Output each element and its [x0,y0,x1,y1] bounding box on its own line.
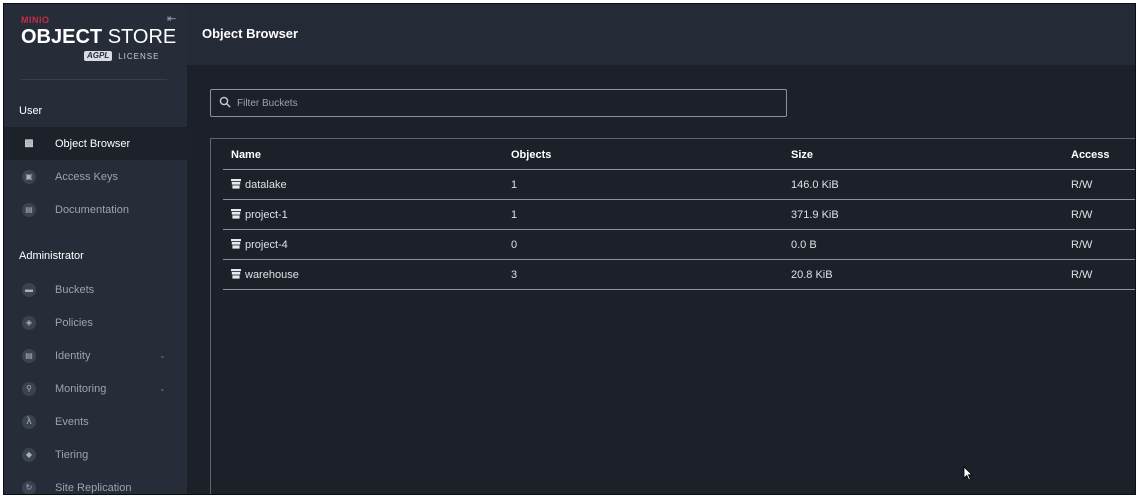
sidebar-item-label: Events [55,415,89,428]
brand-divider [21,79,167,80]
sidebar-item-events[interactable]: λ Events [4,405,187,438]
column-header-objects[interactable]: Objects [511,149,551,161]
sidebar-item-label: Tiering [55,448,89,461]
sidebar-item-label: Access Keys [55,170,118,183]
brand-product: OBJECT STORE [21,26,176,48]
lambda-icon: λ [22,414,36,429]
size-cell: 20.8 KiB [791,269,833,281]
column-header-size[interactable]: Size [791,149,813,161]
layers-icon: ◆ [22,447,36,462]
access-cell: R/W [1071,239,1093,251]
table-header: Name Objects Size Access [223,139,1135,170]
sidebar-item-label: Buckets [55,283,95,296]
bucket-icon [231,269,241,279]
sidebar-item-site-replication[interactable]: ↻ Site Replication [4,471,187,494]
magnifier-icon: ⚲ [22,381,36,396]
brand-vendor: MINIO [21,15,50,25]
sidebar-item-buckets[interactable]: ▬ Buckets [4,273,187,306]
agpl-badge: AGPL [84,51,113,61]
table-row[interactable]: warehouse 3 20.8 KiB R/W [223,260,1135,290]
brand-logo: MINIO OBJECT STORE AGPL LICENSE [21,15,176,65]
sidebar-item-documentation[interactable]: ▤ Documentation [4,193,187,226]
brand-product-bold: OBJECT [21,26,103,48]
license-mark: AGPL LICENSE [84,51,159,61]
app-window: MINIO OBJECT STORE AGPL LICENSE ⇤ User ▩… [3,3,1136,495]
sidebar-item-object-browser[interactable]: ▩ Object Browser [4,127,187,160]
objects-cell: 1 [511,179,518,191]
access-cell: R/W [1071,269,1093,281]
section-label-administrator: Administrator [19,250,84,262]
sync-icon: ↻ [22,480,36,494]
sidebar-item-identity[interactable]: ▤ Identity ⌄ [4,339,187,372]
sidebar: MINIO OBJECT STORE AGPL LICENSE ⇤ User ▩… [4,4,187,494]
document-icon: ▤ [22,202,36,217]
size-cell: 371.9 KiB [791,209,839,221]
page-title: Object Browser [202,26,299,41]
bucket-name: project-4 [245,239,288,251]
bucket-name-cell[interactable]: project-1 [231,209,288,221]
sidebar-item-tiering[interactable]: ◆ Tiering [4,438,187,471]
section-label-user: User [19,105,43,117]
access-cell: R/W [1071,209,1093,221]
bucket-icon [231,209,241,219]
chevron-down-icon[interactable]: ⌄ [159,351,166,360]
column-header-name[interactable]: Name [231,149,261,161]
bucket-name-cell[interactable]: datalake [231,179,287,191]
objects-cell: 0 [511,239,518,251]
sidebar-item-label: Site Replication [55,481,132,494]
sidebar-item-label: Identity [55,349,91,362]
license-label: LICENSE [118,51,160,61]
page-header: Object Browser [187,4,1135,65]
buckets-table: Name Objects Size Access datalake 1 146.… [210,138,1135,494]
key-card-icon: ▣ [22,169,36,184]
size-cell: 0.0 B [791,239,817,251]
bucket-name: warehouse [245,269,299,281]
mouse-cursor-icon [963,466,973,481]
collapse-sidebar-icon[interactable]: ⇤ [167,12,176,25]
table-row[interactable]: project-1 1 371.9 KiB R/W [223,200,1135,230]
sidebar-item-policies[interactable]: ◈ Policies [4,306,187,339]
bucket-name: datalake [245,179,287,191]
filter-buckets-input[interactable] [237,94,777,112]
access-cell: R/W [1071,179,1093,191]
column-header-access[interactable]: Access [1071,149,1110,161]
sidebar-item-label: Object Browser [55,137,131,150]
table-row[interactable]: datalake 1 146.0 KiB R/W [223,170,1135,200]
objects-cell: 3 [511,269,518,281]
bucket-grid-icon: ▩ [24,137,34,149]
search-icon [219,96,231,108]
bucket-name-cell[interactable]: project-4 [231,239,288,251]
sidebar-item-access-keys[interactable]: ▣ Access Keys [4,160,187,193]
sidebar-item-label: Monitoring [55,382,107,395]
bucket-icon [231,239,241,249]
size-cell: 146.0 KiB [791,179,839,191]
shield-icon: ◈ [22,315,36,330]
id-card-icon: ▤ [22,348,36,363]
chevron-down-icon[interactable]: ⌄ [159,384,166,393]
bucket-icon [231,179,241,189]
objects-cell: 1 [511,209,518,221]
filter-buckets-box[interactable] [210,89,787,117]
brand-product-light: STORE [107,26,177,48]
table-row[interactable]: project-4 0 0.0 B R/W [223,230,1135,260]
bucket-name: project-1 [245,209,288,221]
sidebar-item-label: Policies [55,316,93,329]
bucket-icon: ▬ [22,282,36,297]
sidebar-item-label: Documentation [55,203,129,216]
main-content: Object Browser Name Objects Size Access … [187,4,1135,494]
sidebar-item-monitoring[interactable]: ⚲ Monitoring ⌄ [4,372,187,405]
bucket-name-cell[interactable]: warehouse [231,269,299,281]
